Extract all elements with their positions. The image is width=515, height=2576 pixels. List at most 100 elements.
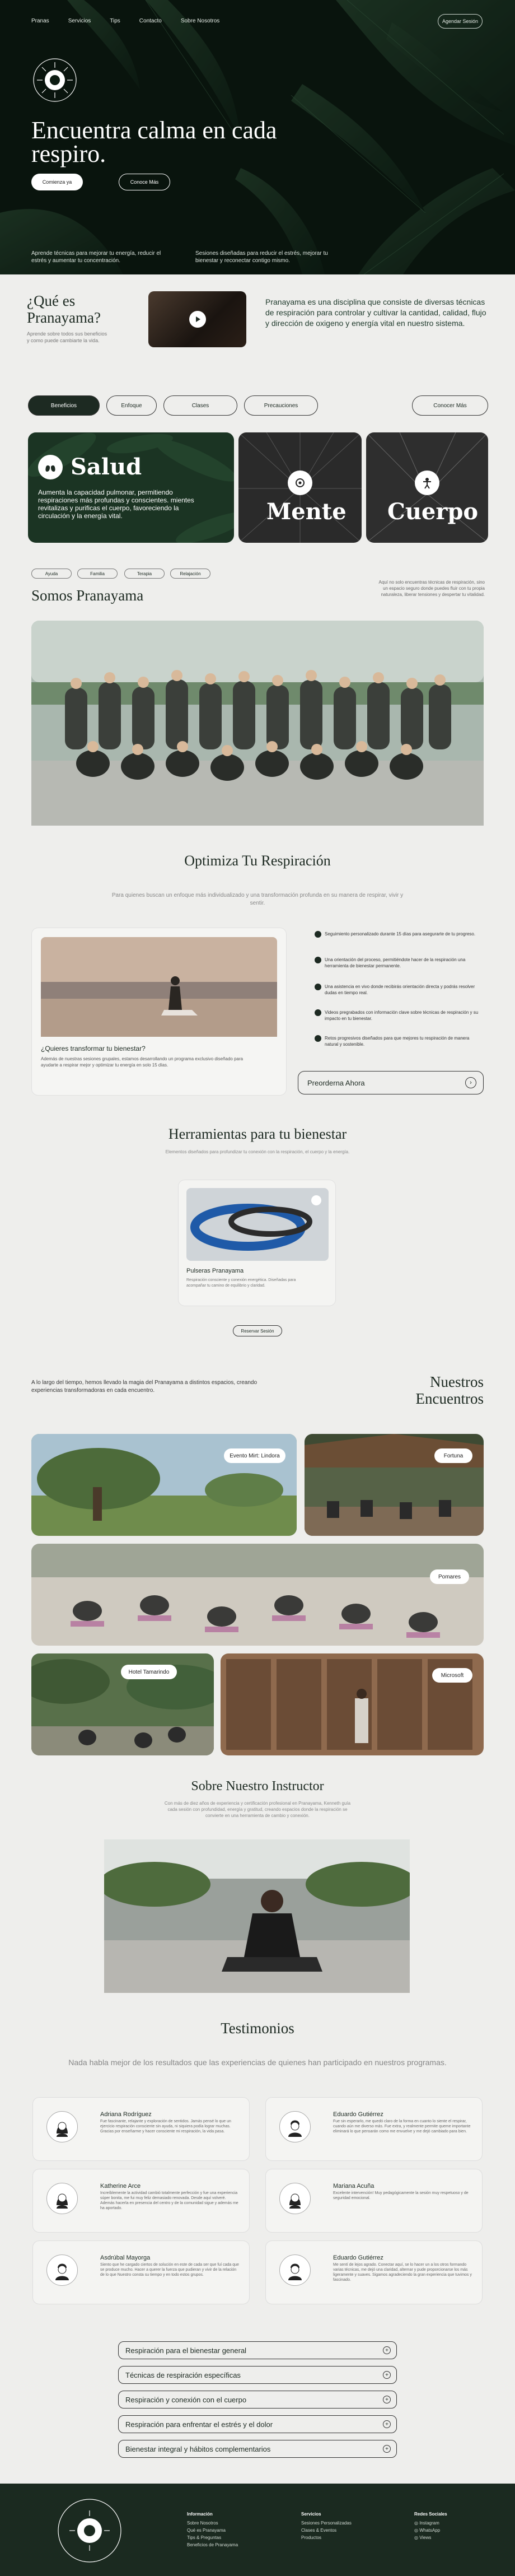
quees-section: ¿Qué es Pranayama? Aprende sobre todos s… xyxy=(0,274,515,386)
tag-relajacion[interactable]: Relajación xyxy=(170,569,210,579)
instagram-icon: ◎ xyxy=(414,2521,420,2526)
product-text: Respiración consciente y conexión energé… xyxy=(186,1278,296,1288)
faq-item[interactable]: Respiración para el bienestar general + xyxy=(118,2341,397,2359)
nav-link-tips[interactable]: Tips xyxy=(110,18,120,24)
footer-link[interactable]: Beneficios de Pranayama xyxy=(187,2541,238,2549)
footer-link[interactable]: Productos xyxy=(301,2534,352,2541)
check-icon xyxy=(315,931,321,938)
testimonial-name: Mariana Acuña xyxy=(333,2183,374,2190)
bullet-item: Una orientación del proceso, permitiéndo… xyxy=(315,957,481,969)
reservar-sesion-button[interactable]: Reservar Sesión xyxy=(233,1325,282,1336)
testimonial-text: Excelente intervención! Muy pedagógicame… xyxy=(333,2191,469,2200)
footer-social-views[interactable]: ◎ Views xyxy=(414,2534,447,2541)
nav-link-servicios[interactable]: Servicios xyxy=(68,18,91,24)
card-mente[interactable]: Mente xyxy=(238,432,362,543)
optimiza-card-text: Además de nuestras sesiones grupales, es… xyxy=(41,1056,244,1068)
avatar-woman-icon xyxy=(279,2183,311,2214)
testimonial-name: Adriana Rodríguez xyxy=(100,2111,152,2118)
product-name: Pulseras Pranayama xyxy=(186,1268,244,1274)
encuentro-label: Evento Mirt: Lindora xyxy=(224,1448,285,1463)
testimonial-name: Asdrúbal Mayorga xyxy=(100,2254,151,2261)
testimonial-text: Siento que he cargado ciertos de solució… xyxy=(100,2263,239,2277)
avatar-woman-icon xyxy=(46,2183,78,2214)
testimonial-text: Fue sin esperarlo, me quedó claro de la … xyxy=(333,2120,471,2134)
encuentro-label: Hotel Tamarindo xyxy=(121,1665,177,1679)
conocer-mas-button[interactable]: Conocer Más xyxy=(412,395,488,416)
plus-icon: + xyxy=(383,2346,391,2354)
pranayama-logo[interactable] xyxy=(32,58,77,103)
footer-social-title: Redes Sociales xyxy=(414,2512,447,2517)
tab-beneficios[interactable]: Beneficios xyxy=(28,395,100,416)
quees-video[interactable] xyxy=(148,291,246,347)
check-icon xyxy=(315,1035,321,1042)
footer-link[interactable]: Qué es Pranayama xyxy=(187,2527,238,2534)
tab-enfoque[interactable]: Enfoque xyxy=(106,395,157,416)
plus-icon: + xyxy=(383,2396,391,2403)
check-icon xyxy=(315,1009,321,1016)
footer-link[interactable]: Clases & Eventos xyxy=(301,2527,352,2534)
tag-familia[interactable]: Familia xyxy=(77,569,118,579)
play-icon[interactable] xyxy=(189,311,206,328)
avatar-man-icon xyxy=(46,2254,78,2286)
tag-ayuda[interactable]: Ayuda xyxy=(31,569,72,579)
encuentros-title: Nuestros Encuentros xyxy=(415,1373,484,1407)
footer-info-title: Información xyxy=(187,2512,213,2517)
encuentro-microsoft[interactable]: Microsoft xyxy=(221,1653,484,1755)
nav-link-contacto[interactable]: Contacto xyxy=(139,18,162,24)
benefits-tabs: Beneficios Enfoque Clases Precauciones xyxy=(28,395,318,416)
card-cuerpo-title: Cuerpo xyxy=(387,499,479,525)
card-cuerpo[interactable]: Cuerpo xyxy=(366,432,488,543)
bracelets-image xyxy=(186,1188,329,1261)
encuentro-pomares[interactable]: Pomares xyxy=(31,1544,484,1646)
instructor-title: Sobre Nuestro Instructor xyxy=(191,1779,324,1794)
agendar-sesion-button[interactable]: Agendar Sesión xyxy=(438,14,483,29)
encuentro-label: Pomares xyxy=(430,1569,469,1584)
tab-precauciones[interactable]: Precauciones xyxy=(244,395,318,416)
footer-info-column: Información Sobre Nosotros Qué es Pranay… xyxy=(187,2510,238,2549)
footer-services-column: Servicios Sesiones Personalizadas Clases… xyxy=(301,2510,352,2541)
faq-item[interactable]: Técnicas de respiración específicas + xyxy=(118,2366,397,2384)
testimonial-card: Eduardo Gutiérrez Me sentí de lejos agra… xyxy=(265,2240,483,2304)
card-salud-foliage xyxy=(28,432,234,543)
testimonial-card: Adriana Rodríguez Fue fascinante, relaja… xyxy=(32,2097,250,2161)
nav-link-pranas[interactable]: Pranas xyxy=(31,18,49,24)
footer-link[interactable]: Sobre Nosotros xyxy=(187,2519,238,2527)
footer-social-instagram[interactable]: ◎ Instagram xyxy=(414,2519,447,2527)
herramientas-title: Herramientas para tu bienestar xyxy=(168,1126,347,1142)
conoce-mas-button[interactable]: Conoce Más xyxy=(119,174,170,190)
card-salud-text: Aumenta la capacidad pulmonar, permitien… xyxy=(38,488,194,520)
product-card[interactable]: Pulseras Pranayama Respiración conscient… xyxy=(178,1180,336,1306)
instructor-photo xyxy=(104,1839,410,1993)
check-icon xyxy=(315,984,321,990)
encuentro-label: Microsoft xyxy=(432,1668,472,1683)
faq-item[interactable]: Respiración y conexión con el cuerpo + xyxy=(118,2391,397,2409)
footer-link[interactable]: Sesiones Personalizadas xyxy=(301,2519,352,2527)
tag-terapia[interactable]: Terapia xyxy=(124,569,165,579)
avatar-man-icon xyxy=(279,2111,311,2142)
tab-clases[interactable]: Clases xyxy=(163,395,237,416)
arrow-right-icon: › xyxy=(465,1077,476,1088)
encuentro-label: Fortuna xyxy=(434,1448,472,1463)
testimonial-card: Mariana Acuña Excelente intervención! Mu… xyxy=(265,2169,483,2233)
faq-item[interactable]: Respiración para enfrentar el estrés y e… xyxy=(118,2415,397,2433)
optimiza-card-title: ¿Quieres transformar tu bienestar? xyxy=(41,1045,146,1052)
footer-logo[interactable] xyxy=(56,2497,123,2564)
testimonios-title: Testimonios xyxy=(221,2020,294,2037)
encuentro-tamarindo[interactable]: Hotel Tamarindo xyxy=(31,1653,214,1755)
nav-link-sobre-nosotros[interactable]: Sobre Nosotros xyxy=(181,18,219,24)
encuentro-fortuna[interactable]: Fortuna xyxy=(305,1434,484,1536)
instructor-text: Con más de diez años de experiencia y ce… xyxy=(164,1801,351,1818)
quees-description: Pranayama es una disciplina que consiste… xyxy=(265,297,486,328)
footer-social-whatsapp[interactable]: ◎ WhatsApp xyxy=(414,2527,447,2534)
footer-link[interactable]: Tips & Preguntas xyxy=(187,2534,238,2541)
preordena-button[interactable]: Preorderna Ahora › xyxy=(298,1071,484,1094)
encuentro-lindora[interactable]: Evento Mirt: Lindora xyxy=(31,1434,297,1536)
lungs-icon xyxy=(38,455,63,479)
footer-social-column: Redes Sociales ◎ Instagram ◎ WhatsApp ◎ … xyxy=(414,2510,447,2541)
faq-item[interactable]: Bienestar integral y hábitos complementa… xyxy=(118,2440,397,2458)
quees-subtitle: Aprende sobre todos sus beneficios y com… xyxy=(27,331,107,343)
comienza-ya-button[interactable]: Comienza ya xyxy=(31,174,83,190)
testimonial-card: Eduardo Gutiérrez Fue sin esperarlo, me … xyxy=(265,2097,483,2161)
body-icon xyxy=(415,471,439,495)
card-salud[interactable]: Salud Aumenta la capacidad pulmonar, per… xyxy=(28,432,234,543)
